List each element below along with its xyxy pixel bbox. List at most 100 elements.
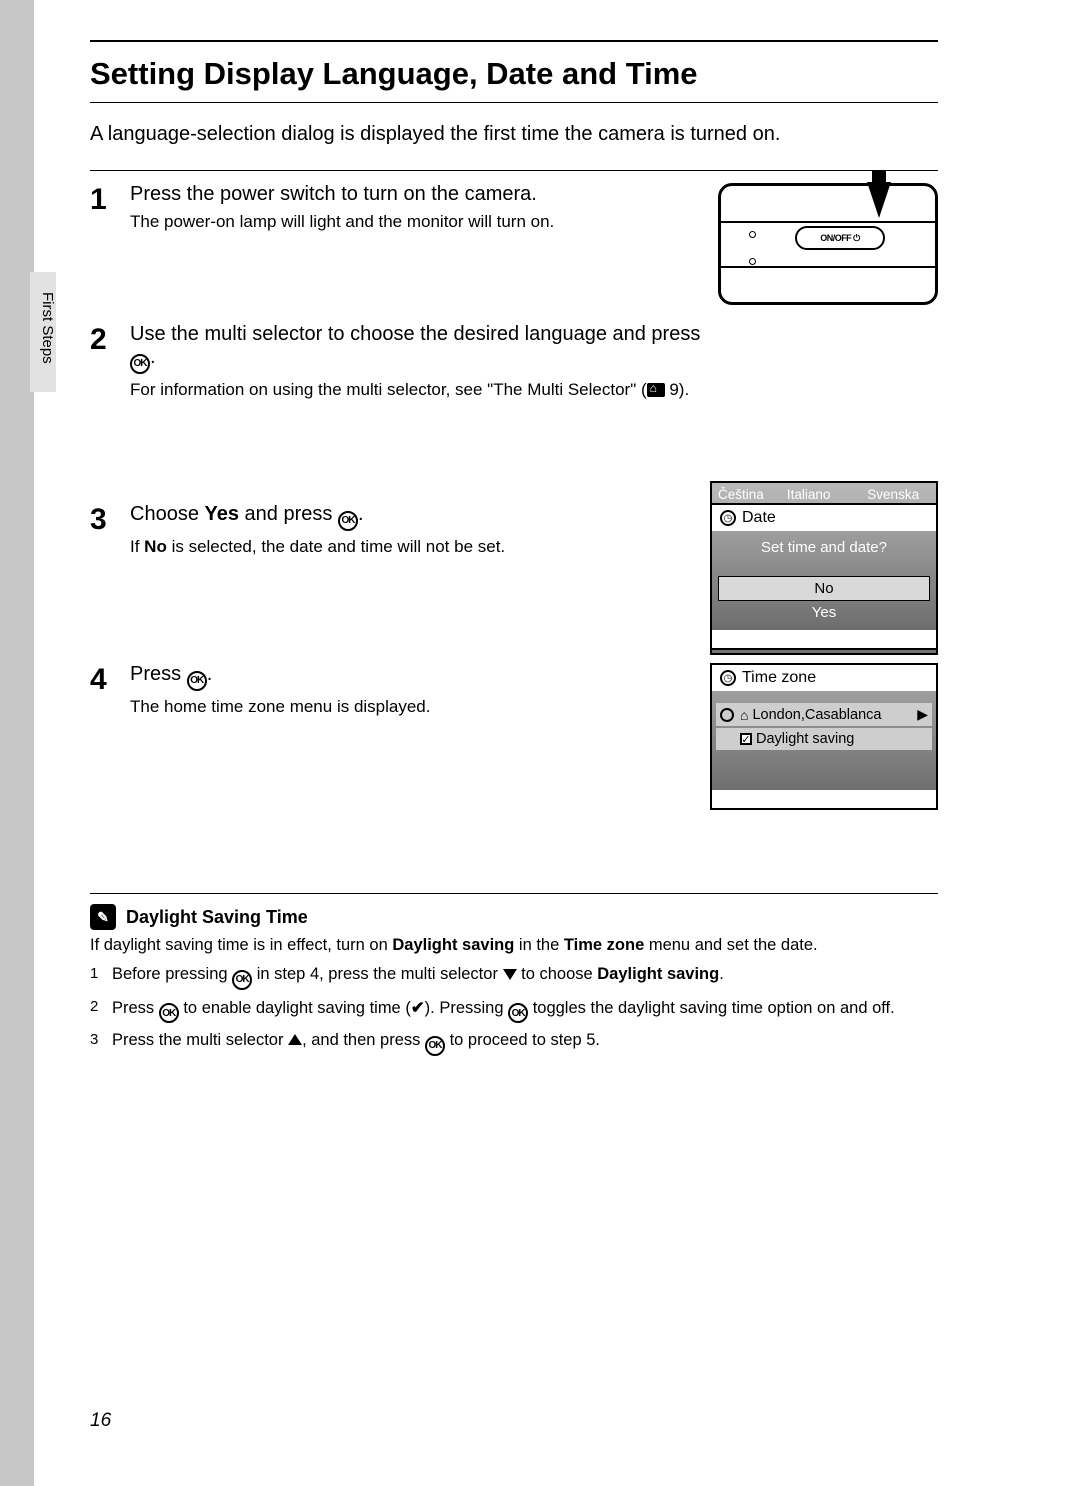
text: If [130,537,144,556]
note-box: ✎ Daylight Saving Time If daylight savin… [90,893,938,1056]
text: is selected, the date and time will not … [167,537,505,556]
ok-icon: OK [508,1003,528,1023]
step-title: Press OK. [130,663,708,691]
step-desc: The power-on lamp will light and the mon… [130,212,708,232]
note-list-item: Press OK to enable daylight saving time … [90,998,938,1024]
triangle-up-icon [288,1034,302,1045]
onoff-button-icon [795,226,885,250]
dst-label: Daylight saving [756,731,854,747]
check-icon: ✔ [411,998,425,1018]
ok-icon: OK [425,1036,445,1056]
ok-icon: OK [130,354,150,374]
dialog-footer [712,790,936,808]
text: to choose [517,965,598,983]
clock-icon: ◷ [720,510,736,526]
dialog-title: Date [742,509,776,527]
text: Press [130,663,187,685]
bold-text: No [144,537,167,556]
text: If daylight saving time is in effect, tu… [90,936,392,954]
language-cell: Svenska [865,486,932,503]
step-number: 1 [90,183,130,215]
pencil-icon: ✎ [90,904,116,930]
step-2-wrap: 2 Use the multi selector to choose the d… [90,323,938,503]
option-yes: Yes [718,601,930,624]
text: Before pressing [112,965,232,983]
text: . [207,663,213,685]
step-number: 2 [90,323,130,355]
text: Choose [130,503,205,525]
chevron-right-icon: ▶ [917,706,928,723]
dialog-body: Set time and date? No Yes [712,531,936,630]
text: . [719,965,724,983]
content-area: Setting Display Language, Date and Time … [90,40,938,1064]
text: Press the multi selector [112,1031,288,1049]
date-dialog: ◷ Date Set time and date? No Yes [710,503,938,650]
text: . [358,503,364,525]
note-paragraph: If daylight saving time is in effect, tu… [90,936,938,955]
step-body: Use the multi selector to choose the des… [130,323,938,400]
ok-icon: OK [338,511,358,531]
home-timezone-row: ⌂ London,Casablanca ▶ [716,703,932,726]
text: , and then press [302,1031,425,1049]
step-desc: If No is selected, the date and time wil… [130,537,708,557]
camera-illustration [718,183,938,305]
rule-thin [90,102,938,103]
rule-top [90,40,938,42]
bold-text: Daylight saving [392,936,514,954]
language-cell: Italiano [785,486,865,503]
step-desc: For information on using the multi selec… [130,380,708,400]
home-icon: ⌂ [740,707,748,723]
ok-icon: OK [232,970,252,990]
step-number: 3 [90,503,130,535]
dialog-title: Time zone [742,669,816,687]
text: to proceed to step 5. [445,1031,600,1049]
text: and press [239,503,338,525]
note-heading: ✎ Daylight Saving Time [90,904,938,930]
step-2: 2 Use the multi selector to choose the d… [90,323,938,400]
text: Press [112,999,159,1017]
text: in the [514,936,564,954]
text: . [150,346,156,368]
ok-icon: OK [187,671,207,691]
checkbox-icon: ✓ [740,733,752,745]
text: ). Pressing [425,999,508,1017]
bold-text: Time zone [564,936,644,954]
bold-text: Yes [205,503,239,525]
step-3-wrap: 3 Choose Yes and press OK. If No is sele… [90,503,938,663]
dialog-body: ⌂ London,Casablanca ▶ ✓ Daylight saving [712,691,936,790]
note-title: Daylight Saving Time [126,907,308,928]
intro-text: A language-selection dialog is displayed… [90,123,938,146]
text: Use the multi selector to choose the des… [130,323,700,345]
option-no: No [718,576,930,601]
reference-icon [647,383,665,397]
bold-text: Daylight saving [597,965,719,983]
text: to enable daylight saving time ( [179,999,411,1017]
dialog-footer [712,630,936,648]
clock-icon: ◷ [720,670,736,686]
dialog-titlebar: ◷ Date [712,505,936,531]
text: menu and set the date. [644,936,817,954]
step-desc: The home time zone menu is displayed. [130,697,708,717]
step-title: Press the power switch to turn on the ca… [130,183,708,206]
dialog-prompt: Set time and date? [718,537,930,558]
note-list-item: Before pressing OK in step 4, press the … [90,965,938,990]
text: For information on using the multi selec… [130,380,647,399]
manual-page: First Steps Setting Display Language, Da… [0,0,1080,1486]
arrow-down-icon [867,182,891,218]
timezone-dialog: ◷ Time zone ⌂ London,Casablanca ▶ ✓ Dayl… [710,663,938,810]
step-number: 4 [90,663,130,695]
text: in step 4, press the multi selector [252,965,502,983]
note-rule [90,893,938,894]
timezone-value: London,Casablanca [752,707,881,723]
ok-icon: OK [159,1003,179,1023]
step-4-wrap: 4 Press OK. The home time zone menu is d… [90,663,938,843]
text: 9). [665,380,690,399]
note-list: Before pressing OK in step 4, press the … [90,965,938,1056]
text: toggles the daylight saving time option … [528,999,895,1017]
step-title: Choose Yes and press OK. [130,503,708,531]
dst-row: ✓ Daylight saving [716,728,932,750]
page-edge [0,0,34,1486]
steps-rule [90,170,938,171]
step-1-wrap: 1 Press the power switch to turn on the … [90,183,938,323]
page-number: 16 [90,1410,111,1432]
